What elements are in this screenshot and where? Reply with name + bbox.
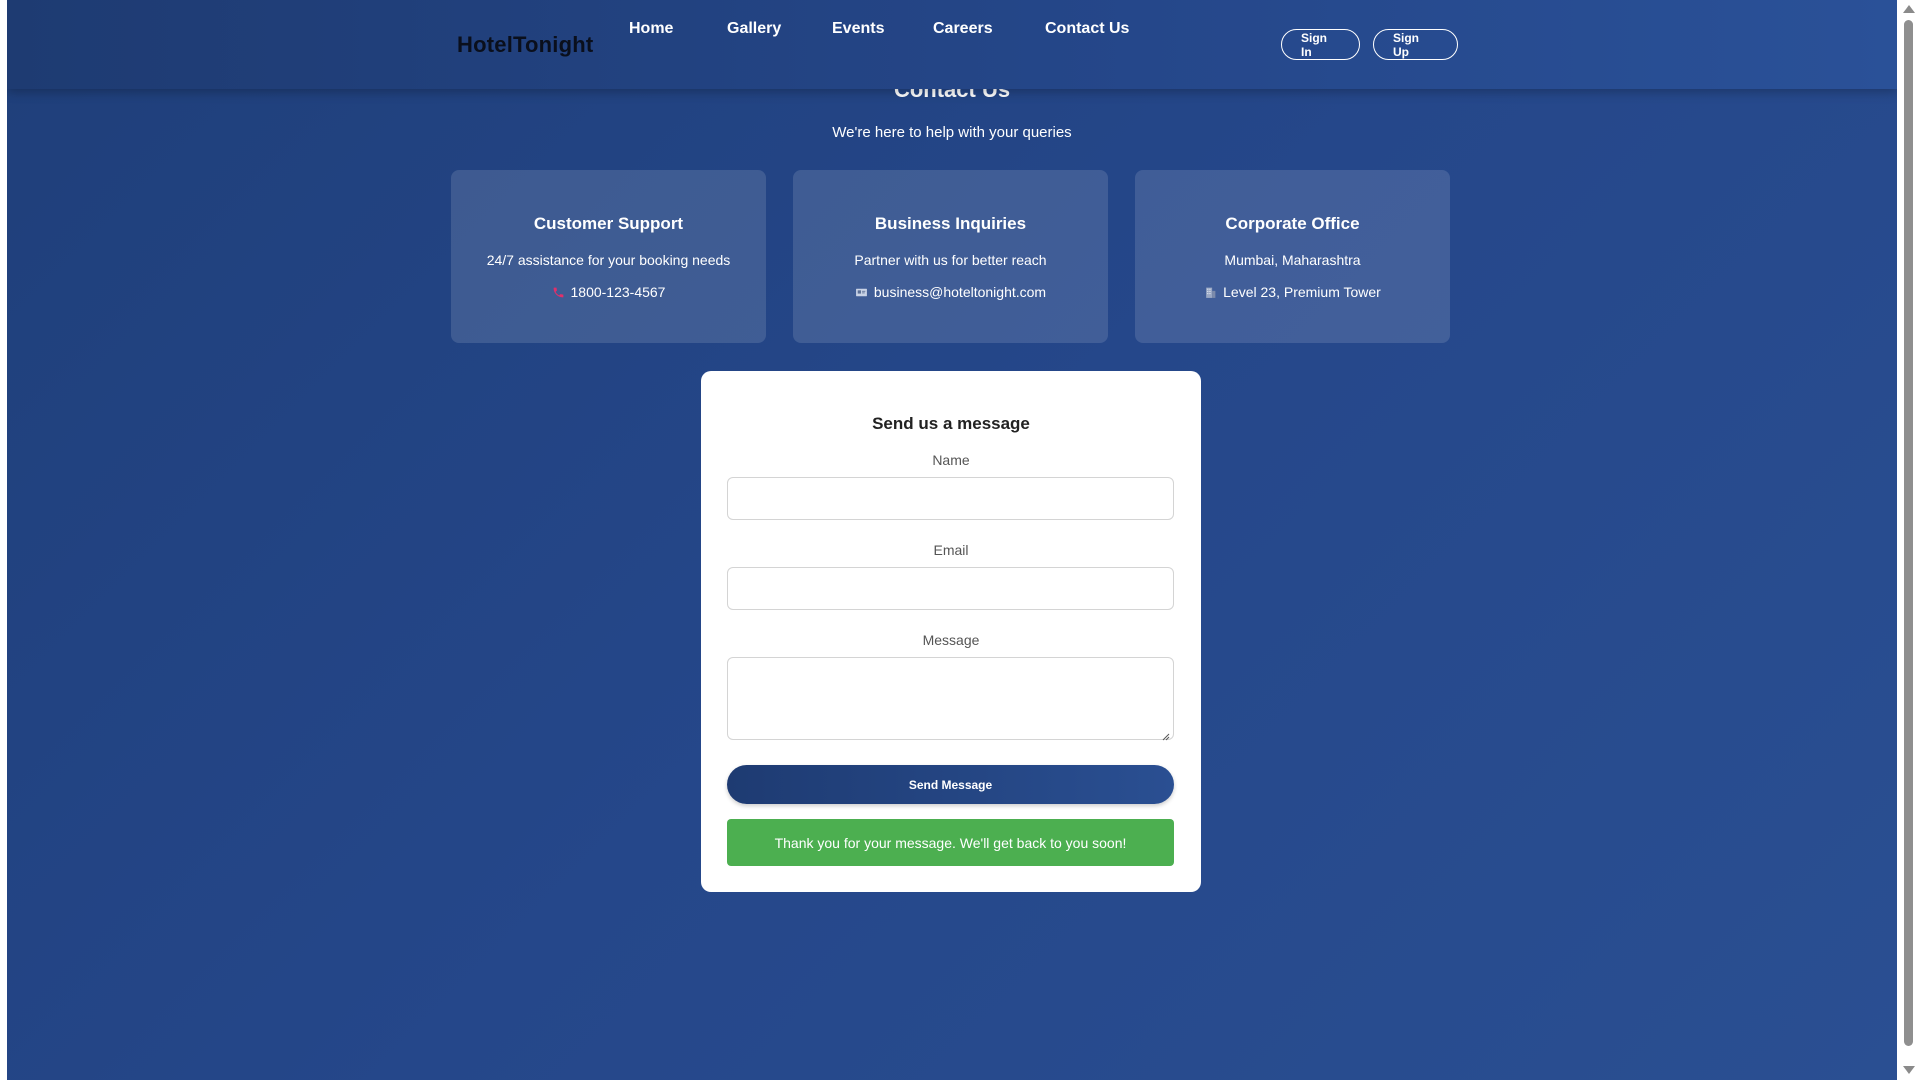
page-left-edge bbox=[0, 0, 7, 1080]
name-label: Name bbox=[932, 452, 970, 468]
card-description: Partner with us for better reach bbox=[854, 252, 1047, 268]
card-title: Business Inquiries bbox=[874, 214, 1027, 233]
send-message-button[interactable]: Send Message bbox=[727, 765, 1174, 804]
email-icon bbox=[855, 286, 868, 299]
email-label: Email bbox=[933, 542, 969, 558]
nav-contact-us[interactable]: Contact Us bbox=[1045, 20, 1129, 38]
scroll-up-arrow-icon[interactable] bbox=[1903, 5, 1915, 13]
top-navbar: HotelTonight Home Gallery Events Careers… bbox=[7, 0, 1897, 89]
nav-careers[interactable]: Careers bbox=[933, 20, 993, 38]
customer-support-card: Customer Support 24/7 assistance for you… bbox=[451, 170, 766, 343]
email-input[interactable] bbox=[727, 567, 1174, 610]
card-contact: Level 23, Premium Tower bbox=[1135, 284, 1450, 300]
page: Contact Us We're here to help with your … bbox=[7, 0, 1897, 1080]
phone-icon bbox=[552, 286, 565, 299]
success-message: Thank you for your message. We'll get ba… bbox=[727, 819, 1174, 866]
vertical-scrollbar[interactable] bbox=[1897, 0, 1920, 1080]
card-description: 24/7 assistance for your booking needs bbox=[486, 252, 731, 268]
resize-handle-icon[interactable] bbox=[1162, 728, 1170, 741]
card-title: Customer Support bbox=[533, 214, 684, 233]
message-textarea[interactable] bbox=[727, 657, 1174, 741]
name-input[interactable] bbox=[727, 477, 1174, 520]
sign-in-button[interactable]: Sign In bbox=[1281, 29, 1360, 60]
card-title: Corporate Office bbox=[1225, 214, 1360, 233]
business-email[interactable]: business@hoteltonight.com bbox=[874, 284, 1046, 300]
scroll-down-arrow-icon[interactable] bbox=[1903, 1066, 1915, 1074]
nav-events[interactable]: Events bbox=[832, 20, 884, 38]
contact-form: Send us a message Name Email Message Sen… bbox=[701, 371, 1201, 892]
scrollbar-thumb[interactable] bbox=[1904, 20, 1913, 1046]
nav-home[interactable]: Home bbox=[629, 20, 673, 38]
office-address: Level 23, Premium Tower bbox=[1223, 284, 1381, 300]
building-icon bbox=[1204, 286, 1217, 299]
sign-up-button[interactable]: Sign Up bbox=[1373, 29, 1458, 60]
card-contact: business@hoteltonight.com bbox=[793, 284, 1108, 300]
page-subtitle: We're here to help with your queries bbox=[832, 124, 1072, 141]
card-description: Mumbai, Maharashtra bbox=[1224, 252, 1361, 268]
card-contact: 1800-123-4567 bbox=[451, 284, 766, 300]
support-phone[interactable]: 1800-123-4567 bbox=[571, 284, 666, 300]
form-title: Send us a message bbox=[872, 414, 1030, 433]
business-inquiries-card: Business Inquiries Partner with us for b… bbox=[793, 170, 1108, 343]
corporate-office-card: Corporate Office Mumbai, Maharashtra Lev… bbox=[1135, 170, 1450, 343]
brand-logo[interactable]: HotelTonight bbox=[457, 32, 593, 58]
nav-gallery[interactable]: Gallery bbox=[727, 20, 781, 38]
message-label: Message bbox=[922, 632, 980, 648]
